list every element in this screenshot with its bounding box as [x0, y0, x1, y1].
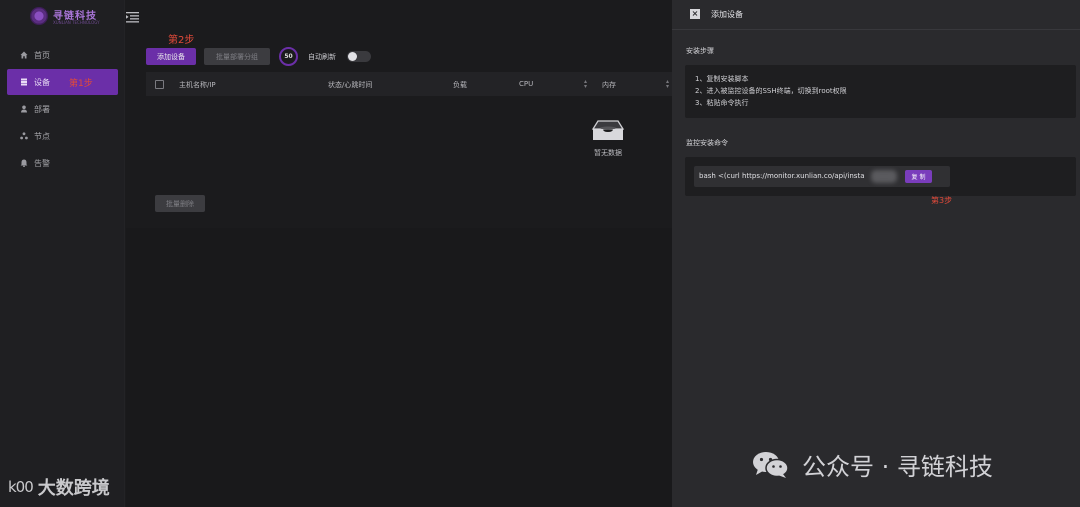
- column-header-status[interactable]: 状态/心跳时间: [328, 80, 372, 90]
- install-step: 3、粘贴命令执行: [695, 99, 749, 107]
- divider: [672, 29, 1080, 30]
- auto-refresh-label: 自动刷新: [308, 53, 336, 61]
- server-icon: [20, 78, 28, 86]
- column-header-load[interactable]: 负载: [453, 80, 467, 90]
- install-step: 1、复制安装脚本: [695, 75, 749, 83]
- step-2-annotation: 第2步: [168, 35, 195, 46]
- command-field[interactable]: bash <(curl https://monitor.xunlian.co/a…: [694, 166, 950, 187]
- refresh-countdown: 50: [279, 47, 298, 66]
- app-root: 寻链科技 XUNLIAN TECHNOLOGY 首页 设备 第1步 部署 节点 …: [0, 0, 1080, 507]
- wechat-icon: [752, 451, 790, 479]
- table-header: 主机名称/IP 状态/心跳时间 负载 CPU ▴ ▾ 内存 ▴ ▾: [146, 72, 672, 96]
- close-icon[interactable]: ×: [690, 9, 700, 19]
- logo-mark-icon: [30, 7, 48, 25]
- sidebar-item-label: 部署: [34, 104, 50, 114]
- watermark-logo-icon: k00: [8, 478, 34, 496]
- alert-icon: [20, 159, 28, 167]
- sidebar-item-home[interactable]: 首页: [7, 42, 118, 68]
- command-box: bash <(curl https://monitor.xunlian.co/a…: [685, 157, 1076, 196]
- sidebar-item-label: 告警: [34, 158, 50, 168]
- column-header-cpu[interactable]: CPU: [519, 80, 533, 88]
- logo-subtitle: XUNLIAN TECHNOLOGY: [53, 20, 100, 25]
- add-device-button[interactable]: 添加设备: [146, 48, 196, 65]
- watermark-right-text: 公众号 · 寻链科技: [802, 453, 993, 481]
- sidebar-nav: 首页 设备 第1步 部署 节点 告警: [0, 42, 125, 177]
- batch-deploy-button[interactable]: 批量部署分组: [204, 48, 270, 65]
- user-icon: [20, 105, 28, 113]
- sort-icon[interactable]: ▴ ▾: [666, 79, 669, 90]
- command-text: bash <(curl https://monitor.xunlian.co/a…: [699, 172, 865, 180]
- install-step: 2、进入被监控设备的SSH终端，切换到root权限: [695, 87, 847, 95]
- empty-state: 暂无数据: [581, 118, 635, 158]
- watermark-left: k00 大数跨境: [8, 474, 110, 500]
- copy-button[interactable]: 复 制: [905, 170, 932, 183]
- add-device-drawer: × 添加设备 安装步骤 1、复制安装脚本 2、进入被监控设备的SSH终端，切换到…: [672, 0, 1080, 507]
- select-all-checkbox[interactable]: [155, 80, 164, 89]
- main-content: 第2步 添加设备 批量部署分组 50 自动刷新 主机名称/IP 状态/心跳时间 …: [126, 0, 672, 507]
- install-steps-box: 1、复制安装脚本 2、进入被监控设备的SSH终端，切换到root权限 3、粘贴命…: [685, 65, 1076, 118]
- sidebar-item-alerts[interactable]: 告警: [7, 150, 118, 176]
- top-bar: [126, 0, 672, 28]
- redacted-blur: [871, 170, 897, 183]
- step-1-annotation: 第1步: [69, 78, 93, 89]
- drawer-title: 添加设备: [711, 10, 743, 19]
- sidebar-item-nodes[interactable]: 节点: [7, 123, 118, 149]
- sidebar-item-label: 首页: [34, 50, 50, 60]
- install-steps-title: 安装步骤: [686, 47, 714, 55]
- empty-inbox-icon: [591, 118, 625, 142]
- sidebar-item-deploy[interactable]: 部署: [7, 96, 118, 122]
- sort-icon[interactable]: ▴ ▾: [584, 79, 587, 90]
- nodes-icon: [20, 132, 28, 140]
- main-background: [126, 228, 672, 507]
- watermark-left-text: 大数跨境: [37, 478, 110, 499]
- auto-refresh-toggle[interactable]: [347, 51, 371, 62]
- sidebar: 寻链科技 XUNLIAN TECHNOLOGY 首页 设备 第1步 部署 节点 …: [0, 0, 125, 507]
- column-header-memory[interactable]: 内存: [602, 80, 616, 90]
- home-icon: [20, 51, 28, 59]
- step-3-annotation: 第3步: [931, 196, 953, 205]
- sidebar-item-label: 节点: [34, 131, 50, 141]
- batch-delete-button[interactable]: 批量删除: [155, 195, 205, 212]
- command-title: 监控安装命令: [686, 139, 728, 147]
- menu-collapse-icon[interactable]: [126, 8, 139, 23]
- sidebar-item-devices[interactable]: 设备 第1步: [7, 69, 118, 95]
- watermark-right: 公众号 · 寻链科技: [752, 447, 993, 482]
- logo[interactable]: 寻链科技 XUNLIAN TECHNOLOGY: [30, 5, 110, 27]
- column-header-host[interactable]: 主机名称/IP: [179, 80, 216, 90]
- sidebar-item-label: 设备: [34, 77, 50, 87]
- empty-text: 暂无数据: [594, 149, 622, 157]
